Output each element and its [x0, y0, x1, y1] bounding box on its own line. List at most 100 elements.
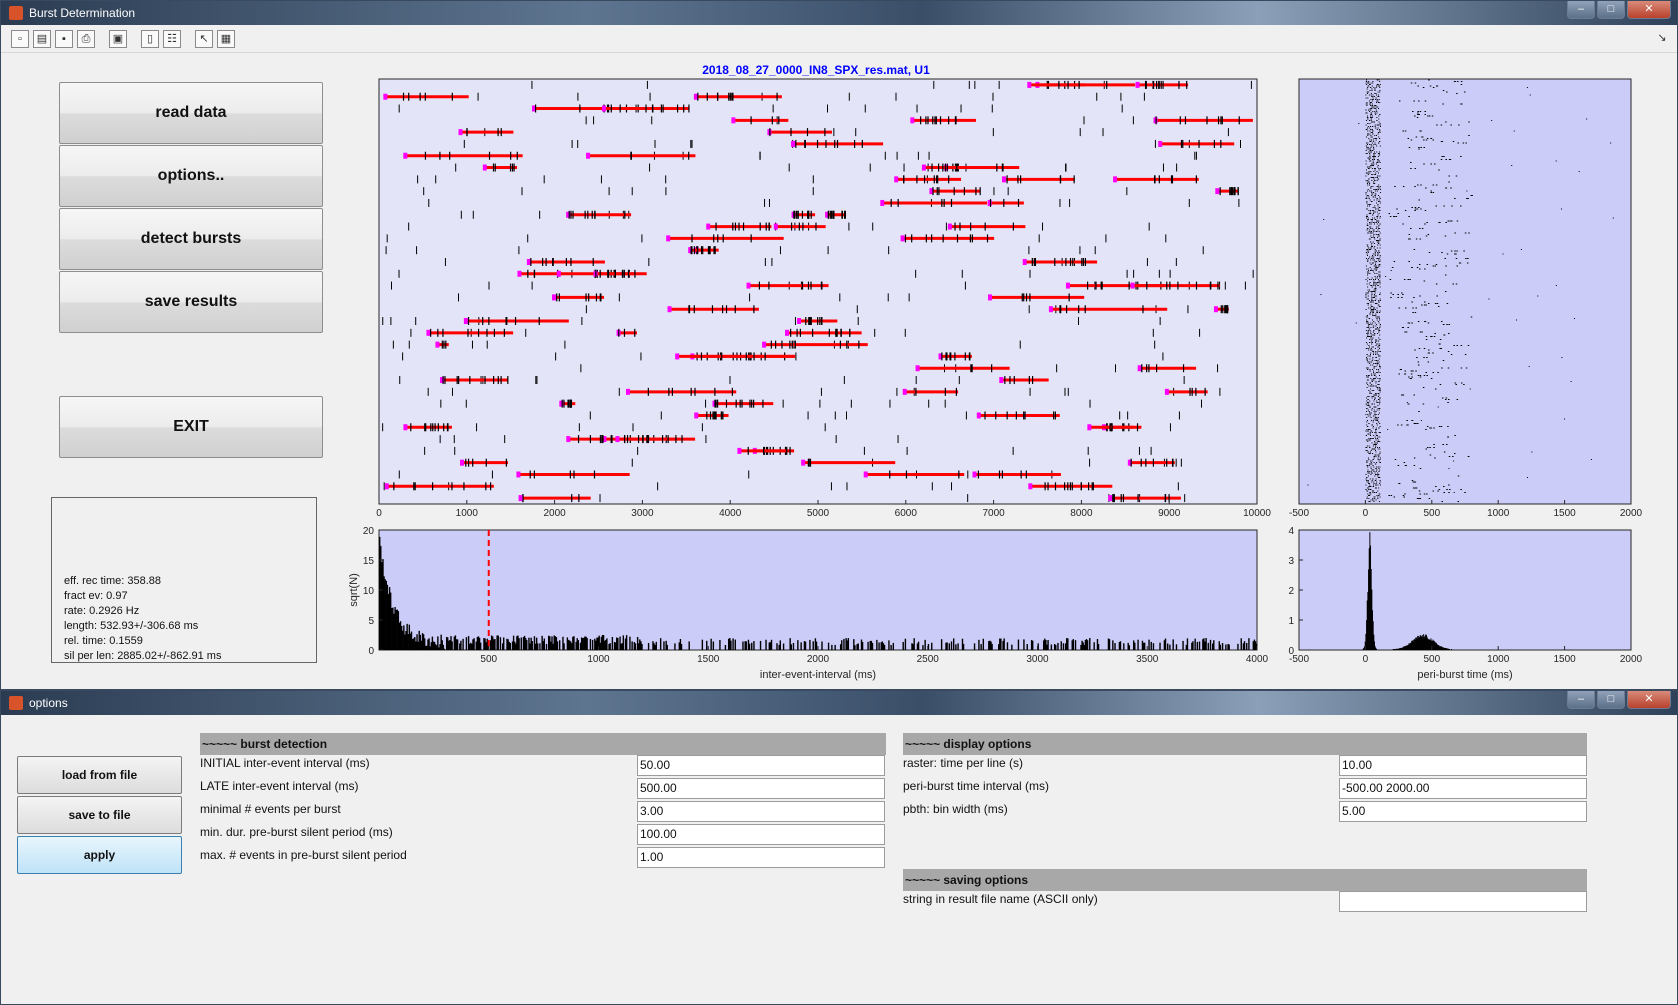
iei-bar: [1219, 644, 1222, 650]
iei-bar: [531, 641, 533, 650]
burst-start: [426, 329, 431, 336]
iei-bar: [732, 638, 734, 650]
min-events-input[interactable]: 3.00: [637, 801, 885, 822]
min-silent-input[interactable]: 100.00: [637, 824, 885, 845]
time-per-line-input[interactable]: 10.00: [1339, 755, 1587, 776]
iei-bar: [473, 638, 475, 650]
initial-iei-label: INITIAL inter-event interval (ms): [200, 756, 370, 770]
iei-bar: [1196, 641, 1199, 650]
iei-bar: [443, 648, 446, 650]
iei-bar: [902, 641, 904, 650]
bin-width-input[interactable]: 5.00: [1339, 801, 1587, 822]
y-tick-label: 15: [363, 556, 375, 567]
iei-bar: [878, 642, 880, 650]
iei-bar: [543, 638, 546, 650]
iei-bar: [499, 637, 502, 650]
burst-start: [458, 129, 463, 136]
result-string-input[interactable]: [1339, 891, 1587, 912]
burst-start: [746, 282, 751, 289]
burst-start: [383, 93, 388, 100]
x-tick-label: 1000: [1487, 508, 1510, 519]
iei-bar: [867, 641, 869, 650]
max-events-silent-input[interactable]: 1.00: [637, 847, 885, 868]
iei-bar: [625, 635, 628, 650]
iei-hist-axes: [378, 529, 1258, 651]
minimize-button[interactable]: –: [1567, 691, 1595, 709]
initial-iei-input[interactable]: 50.00: [637, 755, 885, 776]
iei-bar: [1164, 638, 1167, 650]
iei-bar: [1011, 644, 1013, 650]
display-options-header: ~~~~~ display options: [903, 733, 1587, 755]
x-tick-label: 0: [1363, 508, 1369, 519]
burst-start: [667, 306, 672, 313]
iei-bar: [589, 638, 592, 650]
burst-start: [1028, 483, 1033, 490]
burst-start: [801, 459, 806, 466]
result-string-label: string in result file name (ASCII only): [903, 892, 1098, 906]
x-tick-label: -500: [1289, 508, 1309, 519]
iei-bar: [759, 640, 762, 650]
apply-button[interactable]: apply: [17, 836, 182, 874]
bin-width-label: pbth: bin width (ms): [903, 802, 1008, 816]
iei-bar: [1213, 640, 1215, 650]
iei-bar: [734, 639, 736, 650]
iei-bar: [537, 643, 539, 650]
x-tick-label: 4000: [719, 508, 742, 519]
iei-bar: [680, 643, 683, 650]
iei-bar: [1172, 639, 1174, 650]
iei-bar: [1137, 639, 1139, 650]
burst-determination-window: Burst Determination – □ ✕ ▫ ▤ ▪ ⎙ ▣ ▯ ☷ …: [0, 0, 1678, 690]
iei-bar: [980, 644, 982, 650]
iei-bar: [494, 639, 496, 650]
late-iei-input[interactable]: 500.00: [637, 778, 885, 799]
burst-start: [762, 341, 767, 348]
iei-bar: [526, 640, 528, 650]
save-to-file-button[interactable]: save to file: [17, 796, 182, 834]
iei-bar: [883, 644, 886, 650]
burst-start: [880, 199, 885, 206]
iei-bar: [577, 640, 580, 650]
iei-bar: [655, 641, 657, 650]
iei-bar: [1006, 642, 1009, 650]
iei-bar: [586, 638, 588, 650]
iei-bar: [719, 639, 721, 650]
x-tick-label: 3000: [1026, 654, 1049, 665]
pbth-bar: [1449, 649, 1451, 650]
iei-bar: [1134, 642, 1136, 650]
burst-start: [384, 483, 389, 490]
y-tick-label: 1: [1288, 616, 1294, 627]
iei-bar: [1060, 641, 1062, 650]
burst-start: [900, 235, 905, 242]
iei-bar: [573, 636, 575, 650]
x-tick-label: 5000: [807, 508, 830, 519]
x-tick-label: 1000: [1487, 654, 1510, 665]
maximize-button[interactable]: □: [1597, 691, 1625, 709]
iei-bar: [1089, 638, 1091, 650]
iei-bar: [688, 641, 690, 650]
iei-bar: [913, 638, 915, 650]
iei-bar: [609, 643, 611, 650]
iei-bar: [888, 640, 890, 650]
close-button[interactable]: ✕: [1627, 691, 1671, 709]
iei-bar: [1159, 642, 1161, 650]
iei-bar: [663, 641, 665, 650]
load-from-file-button[interactable]: load from file: [17, 756, 182, 794]
iei-bar: [978, 639, 980, 650]
iei-bar: [1057, 642, 1059, 650]
pb-interval-input[interactable]: -500.00 2000.00: [1339, 778, 1587, 799]
y-tick-label: 0: [1288, 646, 1294, 657]
iei-bar: [1000, 638, 1002, 650]
x-tick-label: 4000: [1246, 654, 1269, 665]
iei-bar: [460, 640, 462, 650]
iei-bar: [834, 644, 836, 650]
burst-start: [556, 270, 561, 277]
x-tick-label: 2000: [543, 508, 566, 519]
iei-bar: [973, 643, 976, 650]
iei-bar: [821, 641, 823, 650]
burst-start: [1213, 306, 1218, 313]
pb-interval-label: peri-burst time interval (ms): [903, 779, 1050, 793]
iei-bar: [451, 641, 453, 650]
iei-bar: [1225, 644, 1227, 650]
iei-bar: [1152, 643, 1155, 650]
iei-bar: [503, 637, 505, 650]
